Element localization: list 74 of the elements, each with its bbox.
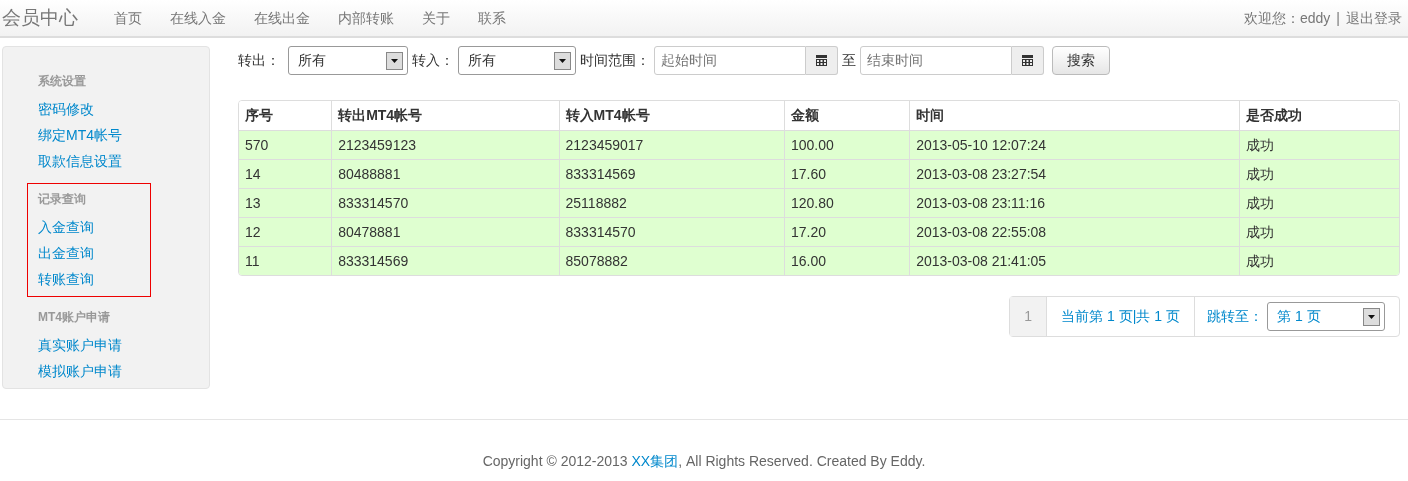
table-cell: 成功 [1238,188,1399,217]
table-cell: 80478881 [331,217,559,246]
table-cell: 25118882 [558,188,784,217]
sidebar-heading: 记录查询 [38,191,86,208]
table-cell: 833314569 [331,246,559,275]
table-cell: 2123459123 [331,130,559,159]
table-cell: 2013-03-08 23:11:16 [909,188,1239,217]
table-cell: 120.80 [783,188,910,217]
calendar-icon [1022,55,1033,66]
filter-label: 转入： [412,51,454,70]
sidebar-link[interactable]: 绑定MT4帐号 [38,122,140,148]
date-field[interactable]: 结束时间 [860,46,1012,75]
table-cell: 2013-03-08 21:41:05 [909,246,1239,275]
sidebar-link[interactable]: 密码修改 [38,96,140,122]
date-field[interactable]: 起始时间 [654,46,806,75]
table-cell: 17.60 [783,159,910,188]
table-cell: 85078882 [558,246,784,275]
transfer-in-select[interactable]: 所有 [458,46,576,75]
table-cell: 570 [239,130,332,159]
table-cell: 12 [239,217,332,246]
table-cell: 833314570 [331,188,559,217]
sidebar-link[interactable]: 入金查询 [38,214,140,240]
table-cell: 2013-03-08 22:55:08 [909,217,1239,246]
sidebar-link[interactable]: 模拟账户申请 [38,358,140,384]
jump-label: 跳转至： [1207,307,1263,326]
dropdown-arrow-icon [391,58,398,63]
filter-label: 至 [842,51,856,70]
sidebar-link[interactable]: 出金查询 [38,240,140,266]
sidebar-heading: 系统设置 [38,73,86,90]
logout-link[interactable]: 退出登录 [1346,7,1402,29]
dropdown-arrow-icon [559,58,566,63]
table-cell: 833314569 [558,159,784,188]
separator-text: | [1336,8,1340,28]
welcome-text: 欢迎您：eddy [1244,8,1331,28]
sidebar-heading: MT4账户申请 [38,309,110,326]
table-cell: 17.20 [783,217,910,246]
page-select[interactable]: 第 1 页 [1267,302,1385,331]
table-cell: 2013-05-10 12:07:24 [909,130,1239,159]
table-cell: 14 [239,159,332,188]
nav-link[interactable]: 联系 [478,7,506,29]
sidebar-link[interactable]: 取款信息设置 [38,148,140,174]
table-cell: 13 [239,188,332,217]
table-cell: 成功 [1238,130,1399,159]
table-cell: 16.00 [783,246,910,275]
search-button[interactable]: 搜索 [1052,46,1110,75]
table-cell: 成功 [1238,217,1399,246]
page-info-link[interactable]: 当前第 1 页|共 1 页 [1047,297,1195,336]
sidebar-link[interactable]: 转账查询 [38,266,140,292]
transfer-out-select[interactable]: 所有 [288,46,408,75]
dropdown-arrow-icon [1368,314,1375,319]
page-number: 1 [1010,297,1048,336]
brand-title: 会员中心 [2,5,78,30]
table-cell: 2123459017 [558,130,784,159]
column-header: 是否成功 [1238,101,1399,130]
sidebar-link[interactable]: 真实账户申请 [38,332,140,358]
nav-link[interactable]: 关于 [422,7,450,29]
filter-label: 时间范围： [580,51,650,70]
table-cell: 2013-03-08 23:27:54 [909,159,1239,188]
table-cell: 80488881 [331,159,559,188]
table-cell: 成功 [1238,246,1399,275]
table-cell: 成功 [1238,159,1399,188]
nav-link[interactable]: 内部转账 [338,7,394,29]
filter-label: 转出： [238,51,280,70]
copyright-text: Copyright © 2012-2013 XX集团, All Rights Reserved. Created By Eddy. [481,452,927,471]
nav-link[interactable]: 在线入金 [170,7,226,29]
table-cell: 833314570 [558,217,784,246]
calendar-button[interactable] [806,46,838,75]
nav-link[interactable]: 在线出金 [254,7,310,29]
company-link[interactable]: XX集团 [631,453,679,469]
calendar-button[interactable] [1012,46,1044,75]
calendar-icon [816,55,827,66]
nav-link[interactable]: 首页 [114,7,142,29]
table-cell: 100.00 [783,130,910,159]
table-cell: 11 [239,246,332,275]
